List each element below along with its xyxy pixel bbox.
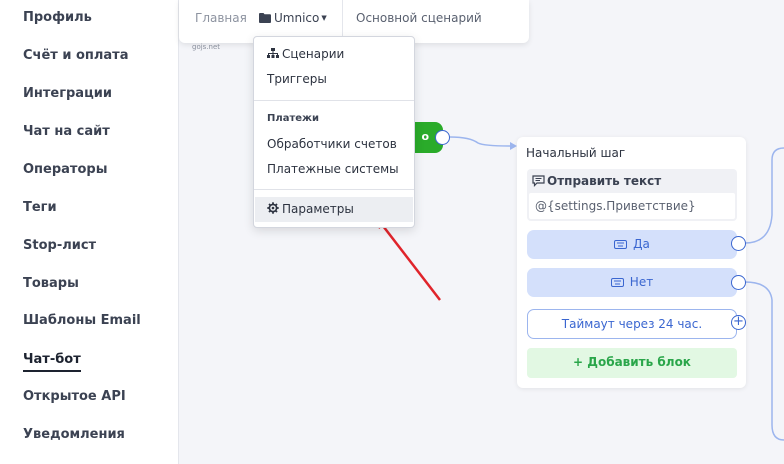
- menu-divider: [254, 189, 414, 190]
- keyboard-icon: [614, 240, 628, 249]
- message-text-field[interactable]: @{settings.Приветствие}: [529, 193, 735, 219]
- send-text-title: Отправить текст: [532, 174, 661, 188]
- option-no-port[interactable]: [731, 275, 746, 290]
- menu-divider: [254, 100, 414, 101]
- breadcrumb-divider: [342, 0, 343, 38]
- add-block-button[interactable]: + Добавить блок: [527, 348, 737, 378]
- menu-item-scenarios[interactable]: Сценарии: [267, 47, 344, 61]
- project-dropdown-menu: Сценарии Триггеры Платежи Обработчики сч…: [253, 36, 415, 228]
- menu-item-invoice-handlers[interactable]: Обработчики счетов: [267, 137, 397, 151]
- keyboard-icon: [610, 278, 624, 287]
- option-no-button[interactable]: Нет: [527, 268, 737, 297]
- start-node-port[interactable]: [435, 130, 450, 145]
- node-title: Начальный шаг: [526, 146, 626, 160]
- menu-item-scenarios-label: Сценарии: [282, 47, 345, 61]
- option-yes-port[interactable]: [731, 236, 746, 251]
- link-no: [744, 281, 784, 441]
- start-step-node[interactable]: Начальный шаг Отправить текст @{settings…: [517, 137, 746, 388]
- message-icon: [532, 175, 545, 187]
- menu-item-triggers[interactable]: Триггеры: [267, 72, 327, 86]
- red-arrow-line: [379, 221, 441, 301]
- timeout-button[interactable]: Таймаут через 24 час.: [527, 309, 737, 339]
- breadcrumb-home-link[interactable]: Главная: [195, 11, 247, 25]
- project-dropdown-toggle[interactable]: Umnico ▼: [259, 11, 327, 25]
- gear-icon: [267, 202, 279, 214]
- start-link-arrowhead: [510, 142, 517, 150]
- option-no-label: Нет: [629, 275, 654, 289]
- project-name: Umnico: [274, 11, 320, 25]
- option-yes-button[interactable]: Да: [527, 230, 737, 259]
- timeout-add-port-icon[interactable]: +: [731, 315, 746, 330]
- send-text-label: Отправить текст: [547, 174, 662, 188]
- menu-item-payment-systems[interactable]: Платежные системы: [267, 162, 399, 176]
- chevron-down-icon: ▼: [321, 14, 327, 22]
- menu-item-settings-label: Параметры: [282, 202, 354, 216]
- option-yes-label: Да: [633, 237, 650, 251]
- menu-item-settings[interactable]: Параметры: [267, 202, 354, 216]
- menu-section-payments: Платежи: [267, 113, 319, 124]
- folder-icon: [259, 13, 271, 23]
- sitemap-icon: [267, 48, 279, 58]
- send-text-block[interactable]: Отправить текст @{settings.Приветствие}: [527, 169, 737, 221]
- link-yes: [744, 147, 784, 244]
- breadcrumb-scenario[interactable]: Основной сценарий: [356, 11, 482, 25]
- start-link: [449, 136, 511, 147]
